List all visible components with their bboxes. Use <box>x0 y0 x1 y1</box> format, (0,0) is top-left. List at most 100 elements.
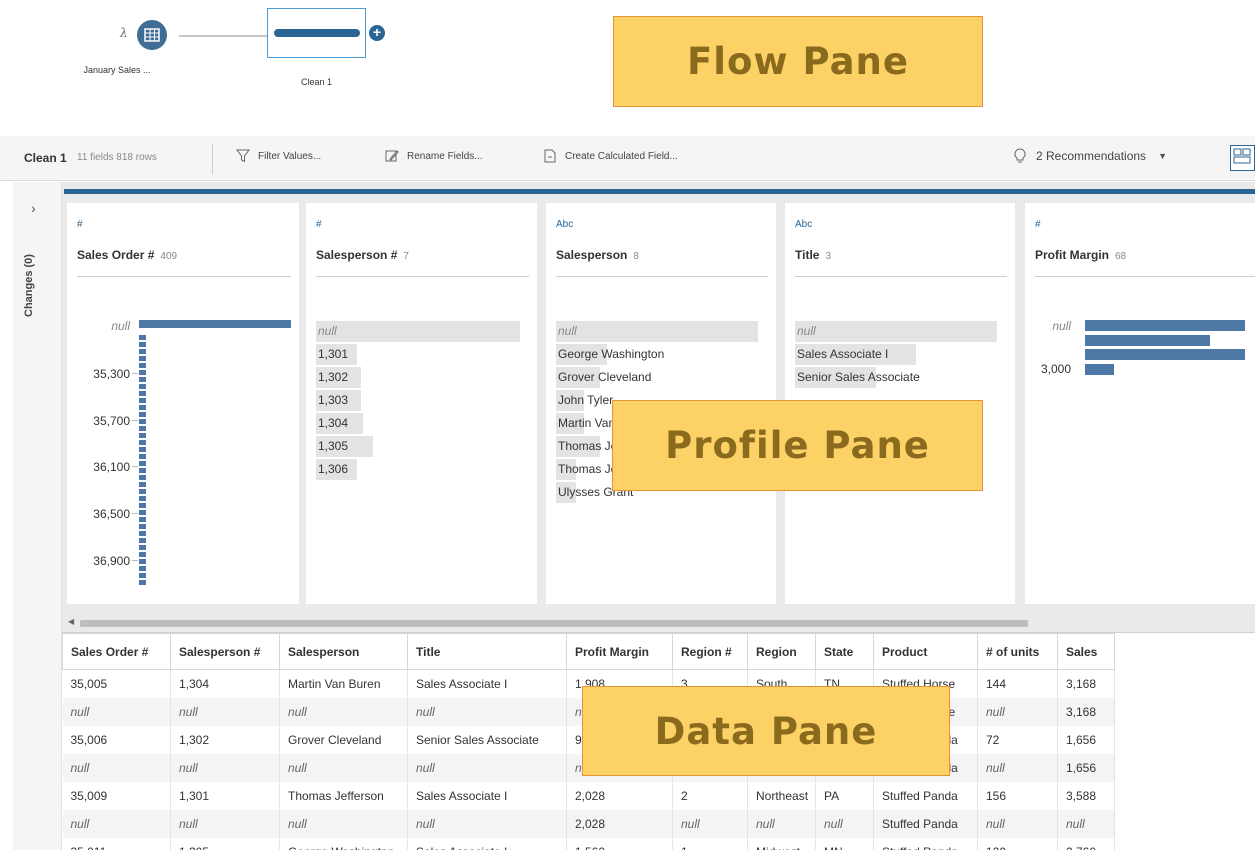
filter-values-button[interactable]: Filter Values... <box>236 149 321 163</box>
histogram-bar[interactable] <box>139 405 146 410</box>
histogram-bar[interactable] <box>1085 364 1114 375</box>
table-cell[interactable]: 144 <box>977 669 1058 698</box>
table-cell[interactable]: null <box>279 697 408 726</box>
table-cell[interactable]: 156 <box>977 781 1058 810</box>
profile-card-profit-margin[interactable]: # Profit Margin 68 null 3,000 <box>1025 203 1255 604</box>
table-cell[interactable]: Stuffed Panda <box>873 809 978 838</box>
layout-toggle-button[interactable] <box>1230 145 1255 171</box>
table-cell[interactable]: 3,588 <box>1057 781 1115 810</box>
table-cell[interactable]: 1,301 <box>170 781 280 810</box>
table-row[interactable]: 35,0111,305George WashingtonSales Associ… <box>62 837 1115 850</box>
table-cell[interactable]: Sales Associate I <box>407 669 567 698</box>
table-cell[interactable]: MN <box>815 837 874 850</box>
table-cell[interactable]: null <box>62 753 171 782</box>
table-cell[interactable]: null <box>279 753 408 782</box>
value-bar-row[interactable]: 1,305 <box>316 436 373 457</box>
table-cell[interactable]: 1,305 <box>170 837 280 850</box>
histogram-bar[interactable] <box>139 573 146 578</box>
table-cell[interactable]: Stuffed Panda <box>873 781 978 810</box>
table-cell[interactable]: null <box>1057 809 1115 838</box>
column-header[interactable]: Product <box>873 633 978 670</box>
histogram-bar[interactable] <box>139 461 146 466</box>
histogram-bar[interactable] <box>139 412 146 417</box>
table-row[interactable]: null null null null 2,028 null null null Stuffed… <box>62 809 1115 838</box>
histogram-bar[interactable] <box>139 552 146 557</box>
column-header[interactable]: Title <box>407 633 567 670</box>
histogram-bar[interactable] <box>139 531 146 536</box>
table-cell[interactable]: null <box>170 809 280 838</box>
value-bar-row[interactable]: Grover Cleveland <box>556 367 651 388</box>
table-cell[interactable]: 1,656 <box>1057 753 1115 782</box>
value-bar-row[interactable]: Senior Sales Associate <box>795 367 920 388</box>
chevron-right-icon[interactable]: › <box>31 200 36 216</box>
histogram-bar[interactable] <box>139 545 146 550</box>
profile-horizontal-scrollbar[interactable]: ◀ <box>62 617 1255 630</box>
histogram-bar[interactable] <box>139 510 146 515</box>
add-step-button[interactable]: + <box>369 25 385 41</box>
table-cell[interactable]: Grover Cleveland <box>279 725 408 754</box>
field-name[interactable]: Salesperson 8 <box>556 248 639 262</box>
histogram-bar[interactable] <box>139 363 146 368</box>
column-header[interactable]: Salesperson # <box>170 633 280 670</box>
histogram-bar[interactable] <box>139 524 146 529</box>
profile-card-salesperson-id[interactable]: # Salesperson # 7 null 1,301 1,302 1,303 1,30… <box>306 203 537 604</box>
histogram-bar[interactable] <box>139 454 146 459</box>
table-cell[interactable]: null <box>62 697 171 726</box>
table-cell[interactable]: 35,005 <box>62 669 171 698</box>
table-cell[interactable]: 3,168 <box>1057 669 1115 698</box>
create-calculated-field-button[interactable]: Create Calculated Field... <box>543 149 678 163</box>
table-row[interactable]: 35,009 1,301 Thomas Jefferson Sales Associa… <box>62 781 1115 810</box>
histogram-bar[interactable] <box>139 433 146 438</box>
table-cell[interactable]: 1,302 <box>170 725 280 754</box>
table-cell[interactable]: 72 <box>977 725 1058 754</box>
table-cell[interactable]: 3,168 <box>1057 697 1115 726</box>
table-cell[interactable]: null <box>747 809 816 838</box>
table-cell[interactable]: 2,028 <box>566 781 673 810</box>
table-cell[interactable]: Sales Associate I <box>407 837 567 850</box>
recommendations-dropdown[interactable]: 2 Recommendations ▼ <box>1014 148 1167 164</box>
histogram-bar[interactable] <box>139 489 146 494</box>
histogram-bar[interactable] <box>139 419 146 424</box>
histogram-bar[interactable] <box>139 538 146 543</box>
table-cell[interactable]: 1 <box>672 837 748 850</box>
table-cell[interactable]: Northeast <box>747 781 816 810</box>
profile-card-sales-order[interactable]: # Sales Order # 409 null 35,300 35,700 36… <box>67 203 299 604</box>
column-header[interactable]: Sales Order # <box>62 633 171 670</box>
column-header[interactable]: State <box>815 633 874 670</box>
field-name[interactable]: Title 3 <box>795 248 831 262</box>
table-cell[interactable]: null <box>407 697 567 726</box>
table-cell[interactable]: Senior Sales Associate <box>407 725 567 754</box>
table-cell[interactable]: 2,028 <box>566 809 673 838</box>
histogram-bar[interactable] <box>139 440 146 445</box>
table-cell[interactable]: 1,304 <box>170 669 280 698</box>
histogram-bar[interactable] <box>139 475 146 480</box>
histogram-bar[interactable] <box>139 580 146 585</box>
value-bar-row[interactable]: 1,301 <box>316 344 357 365</box>
histogram-bar[interactable] <box>139 391 146 396</box>
histogram-bar[interactable] <box>139 559 146 564</box>
histogram-bar[interactable] <box>139 384 146 389</box>
column-header[interactable]: # of units <box>977 633 1058 670</box>
histogram-bar[interactable] <box>139 377 146 382</box>
table-cell[interactable]: 1,560 <box>566 837 673 850</box>
table-cell[interactable]: null <box>672 809 748 838</box>
table-cell[interactable]: Thomas Jefferson <box>279 781 408 810</box>
column-header[interactable]: Profit Margin <box>566 633 673 670</box>
field-name[interactable]: Salesperson # 7 <box>316 248 409 262</box>
table-cell[interactable]: null <box>170 753 280 782</box>
histogram-bar[interactable] <box>139 482 146 487</box>
column-header[interactable]: Region <box>747 633 816 670</box>
clean-step-node[interactable] <box>267 8 366 58</box>
value-bar-row[interactable]: 1,303 <box>316 390 361 411</box>
field-name[interactable]: Sales Order # 409 <box>77 248 177 262</box>
table-cell[interactable]: null <box>977 753 1058 782</box>
table-cell[interactable]: null <box>977 697 1058 726</box>
histogram-bar-null[interactable] <box>139 320 291 328</box>
column-header[interactable]: Region # <box>672 633 748 670</box>
value-bar-row[interactable]: Sales Associate I <box>795 344 916 365</box>
histogram-bar[interactable] <box>139 335 146 340</box>
table-cell[interactable]: 35,006 <box>62 725 171 754</box>
histogram-bar[interactable] <box>139 356 146 361</box>
column-header[interactable]: Sales <box>1057 633 1115 670</box>
table-cell[interactable]: 120 <box>977 837 1058 850</box>
